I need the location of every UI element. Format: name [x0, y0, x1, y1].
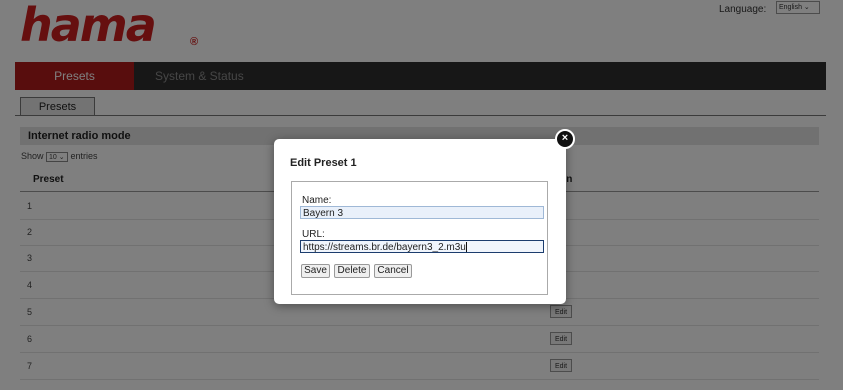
- name-input[interactable]: Bayern 3: [300, 206, 544, 219]
- url-input[interactable]: https://streams.br.de/bayern3_2.m3u: [300, 240, 544, 253]
- name-label: Name:: [302, 195, 332, 206]
- dialog-title: Edit Preset 1: [290, 157, 357, 169]
- cancel-button[interactable]: Cancel: [374, 264, 412, 278]
- url-value: https://streams.br.de/bayern3_2.m3u: [303, 242, 466, 253]
- delete-button[interactable]: Delete: [334, 264, 370, 278]
- text-cursor: [465, 242, 467, 252]
- save-button[interactable]: Save: [301, 264, 330, 278]
- url-label: URL:: [302, 229, 325, 240]
- close-icon[interactable]: ×: [555, 129, 575, 149]
- edit-preset-dialog: Edit Preset 1 Name: Bayern 3 URL: https:…: [274, 139, 566, 304]
- preset-form: Name: Bayern 3 URL: https://streams.br.d…: [291, 181, 548, 295]
